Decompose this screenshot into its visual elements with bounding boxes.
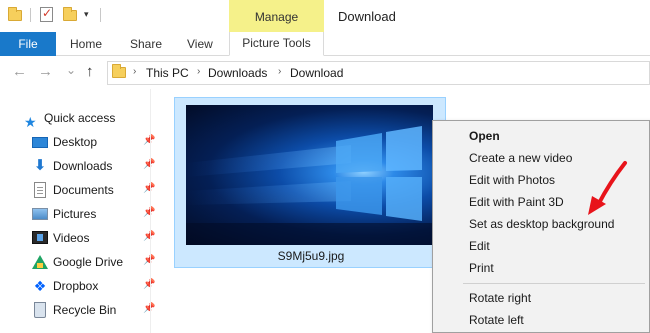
breadcrumb-separator[interactable]: › (133, 66, 136, 77)
google-drive-icon (32, 255, 48, 269)
dropbox-icon: ❖ (33, 278, 47, 294)
breadcrumb-this-pc[interactable]: This PC (146, 66, 189, 80)
new-folder-icon[interactable] (63, 7, 79, 23)
breadcrumb-separator[interactable]: › (197, 66, 200, 77)
pictures-icon (32, 208, 48, 220)
menu-item-rotate-right[interactable]: Rotate right (433, 287, 649, 309)
navigation-bar: ← → ⌄ ↑ › This PC › Downloads › Download (0, 57, 650, 89)
recycle-bin-icon (34, 302, 46, 318)
menu-item-rotate-left[interactable]: Rotate left (433, 309, 649, 331)
image-thumbnail (186, 105, 433, 245)
windows-wallpaper-thumbnail (186, 126, 433, 245)
menu-item-open[interactable]: Open (433, 125, 649, 147)
breadcrumb-download[interactable]: Download (290, 66, 343, 80)
sidebar-item-desktop[interactable]: Desktop 📌 (0, 131, 160, 153)
breadcrumb-separator[interactable]: › (278, 66, 281, 77)
folder-icon[interactable] (8, 7, 24, 23)
sidebar-item-label: Google Drive (53, 255, 124, 269)
videos-icon (32, 231, 48, 244)
toolbar-divider (100, 8, 101, 22)
tab-file[interactable]: File (0, 32, 56, 56)
tab-home[interactable]: Home (70, 32, 102, 56)
menu-item-label: Rotate right (469, 291, 532, 305)
ribbon-tabs: File Home Share View Picture Tools (0, 32, 650, 56)
quick-access-label[interactable]: Quick access (44, 111, 115, 125)
context-menu: Open Create a new video Edit with Photos… (432, 120, 650, 333)
sidebar-item-label: Dropbox (53, 279, 99, 293)
star-icon: ★ (24, 114, 37, 130)
customize-toolbar-chevron-icon[interactable]: ▾ (84, 9, 89, 20)
file-item-selected[interactable]: S9Mj5u9.jpg (174, 97, 446, 268)
menu-item-label: Print (469, 261, 494, 275)
sidebar-item-videos[interactable]: Videos 📌 (0, 227, 160, 249)
menu-item-label: Edit (469, 239, 490, 253)
sidebar-item-pictures[interactable]: Pictures 📌 (0, 203, 160, 225)
up-arrow-icon[interactable]: ↑ (86, 64, 94, 80)
recent-locations-chevron-icon[interactable]: ⌄ (66, 62, 76, 78)
tab-view[interactable]: View (187, 32, 213, 56)
menu-separator (463, 283, 645, 284)
sidebar-item-label: Recycle Bin (53, 303, 117, 317)
toolbar-divider (30, 8, 31, 22)
scrollbar[interactable] (150, 89, 160, 333)
manage-contextual-tab[interactable]: Manage (229, 0, 324, 32)
menu-item-edit[interactable]: Edit (433, 235, 649, 257)
tab-share[interactable]: Share (130, 32, 162, 56)
tab-picture-tools[interactable]: Picture Tools (229, 32, 324, 56)
menu-item-label: Edit with Paint 3D (469, 195, 564, 209)
menu-item-label: Create a new video (469, 151, 573, 165)
navigation-pane: ★ Quick access Desktop 📌 ⬇ Downloads 📌 D… (0, 89, 160, 333)
sidebar-item-label: Videos (53, 231, 90, 245)
forward-arrow-icon[interactable]: → (38, 64, 53, 80)
file-name[interactable]: S9Mj5u9.jpg (175, 249, 447, 263)
sidebar-item-downloads[interactable]: ⬇ Downloads 📌 (0, 155, 160, 177)
menu-item-print[interactable]: Print (433, 257, 649, 279)
sidebar-item-google-drive[interactable]: Google Drive 📌 (0, 251, 160, 273)
back-arrow-icon[interactable]: ← (12, 64, 27, 80)
sidebar-item-label: Downloads (53, 159, 113, 173)
menu-item-label: Edit with Photos (469, 173, 556, 187)
sidebar-item-label: Desktop (53, 135, 98, 149)
sidebar-item-recycle-bin[interactable]: Recycle Bin 📌 (0, 299, 160, 321)
downloads-icon: ⬇ (33, 157, 47, 174)
properties-icon[interactable] (40, 6, 56, 23)
title-bar: ▾ Manage Download (0, 0, 650, 32)
desktop-icon (32, 137, 48, 148)
window-title: Download (338, 9, 396, 24)
breadcrumb-downloads[interactable]: Downloads (208, 66, 267, 80)
address-bar[interactable]: › This PC › Downloads › Download (107, 61, 650, 85)
sidebar-item-label: Documents (53, 183, 114, 197)
menu-item-label: Open (469, 129, 500, 143)
sidebar-item-dropbox[interactable]: ❖ Dropbox 📌 (0, 275, 160, 297)
sidebar-item-label: Pictures (53, 207, 97, 221)
documents-icon (34, 182, 46, 198)
folder-icon (112, 64, 126, 78)
annotation-arrow-icon (588, 161, 627, 215)
menu-item-label: Rotate left (469, 313, 524, 327)
sidebar-item-documents[interactable]: Documents 📌 (0, 179, 160, 201)
